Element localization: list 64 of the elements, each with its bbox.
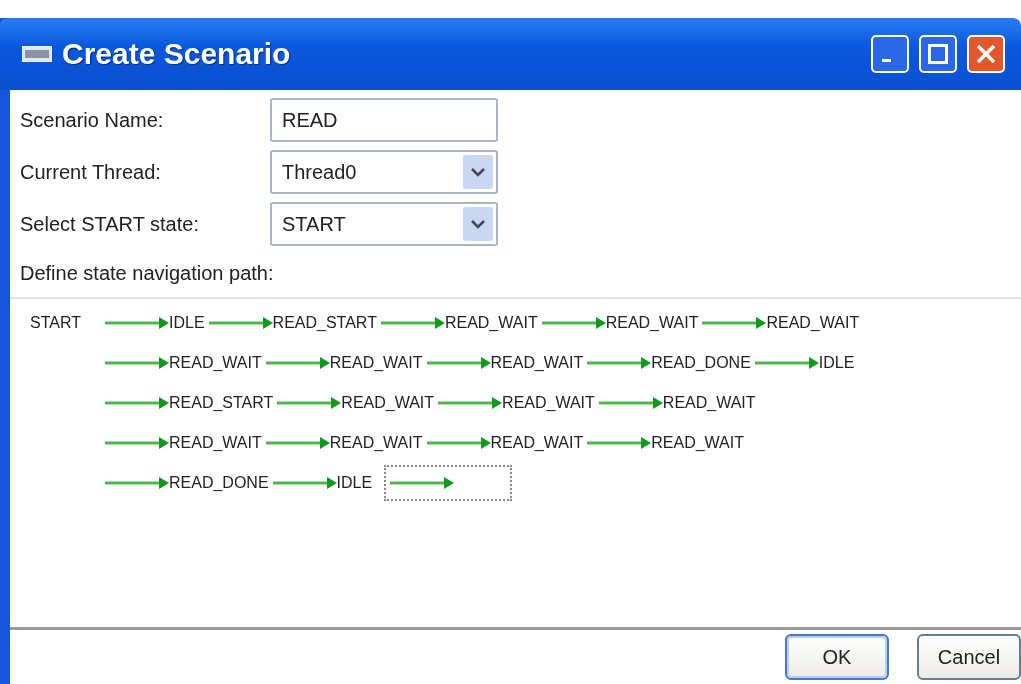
arrow-icon bbox=[105, 437, 169, 449]
ok-button[interactable]: OK bbox=[785, 634, 889, 680]
state-label: READ_DONE bbox=[169, 474, 269, 492]
state-label: READ_WAIT bbox=[766, 314, 860, 332]
arrow-icon bbox=[426, 437, 491, 449]
state-label: READ_START bbox=[272, 314, 377, 332]
arrow-icon bbox=[265, 357, 330, 369]
cancel-button[interactable]: Cancel bbox=[917, 634, 1021, 680]
field-label: Scenario Name: bbox=[20, 108, 165, 132]
arrow-icon bbox=[277, 397, 342, 409]
state-label: READ_WAIT bbox=[329, 354, 423, 372]
state-label: READ_WAIT bbox=[502, 394, 595, 412]
close-button[interactable] bbox=[967, 35, 1005, 73]
input-field[interactable]: READ bbox=[270, 98, 498, 142]
field-label: Current Thread: bbox=[20, 160, 162, 184]
state-label: READ_WAIT bbox=[329, 434, 423, 452]
arrow-icon bbox=[702, 317, 767, 329]
arrow-icon bbox=[105, 357, 169, 369]
state-label: READ_DONE bbox=[651, 354, 751, 372]
dropdown-field[interactable]: START bbox=[270, 202, 498, 246]
state-label: READ_WAIT bbox=[169, 354, 262, 372]
arrow-icon bbox=[105, 477, 169, 489]
state-label: IDLE bbox=[818, 354, 855, 372]
minimize-button[interactable] bbox=[871, 35, 909, 73]
state-label: READ_START bbox=[169, 394, 274, 412]
maximize-button[interactable] bbox=[919, 35, 957, 73]
chevron-icon bbox=[471, 219, 485, 229]
arrow-icon bbox=[754, 357, 819, 369]
state-label: IDLE bbox=[336, 474, 373, 492]
arrow-icon bbox=[598, 397, 663, 409]
arrow-icon bbox=[587, 437, 652, 449]
state-label: READ_WAIT bbox=[341, 394, 435, 412]
app-icon bbox=[22, 46, 52, 62]
arrow-icon bbox=[265, 437, 330, 449]
state-label: READ_WAIT bbox=[662, 394, 756, 412]
arrow-icon bbox=[587, 357, 652, 369]
arrow-icon bbox=[380, 317, 445, 329]
minimize-icon bbox=[881, 58, 891, 62]
arrow-icon bbox=[390, 477, 455, 489]
state-label: READ_WAIT bbox=[444, 314, 538, 332]
arrow-icon bbox=[438, 397, 503, 409]
state-label: READ_WAIT bbox=[605, 314, 699, 332]
arrow-icon bbox=[105, 317, 169, 329]
close-icon bbox=[977, 45, 995, 63]
state-label: START bbox=[30, 314, 82, 332]
section-label: Define state navigation path: bbox=[19, 261, 275, 286]
arrow-icon bbox=[541, 317, 606, 329]
window-title: Create Scenario bbox=[62, 37, 292, 71]
maximize-icon bbox=[928, 44, 948, 64]
dropdown-field[interactable]: Thread0 bbox=[270, 150, 498, 194]
state-label: READ_WAIT bbox=[490, 434, 584, 452]
state-label: READ_WAIT bbox=[169, 434, 262, 452]
field-label: Select START state: bbox=[20, 212, 200, 236]
arrow-icon bbox=[426, 357, 491, 369]
next-state-slot[interactable] bbox=[384, 465, 513, 501]
arrow-icon bbox=[105, 397, 169, 409]
chevron-icon bbox=[471, 167, 485, 177]
arrow-icon bbox=[272, 477, 337, 489]
state-label: READ_WAIT bbox=[651, 434, 744, 452]
state-label: IDLE bbox=[169, 314, 205, 332]
state-label: READ_WAIT bbox=[490, 354, 584, 372]
arrow-icon bbox=[208, 317, 273, 329]
dropdown-button[interactable] bbox=[463, 207, 493, 241]
dropdown-button[interactable] bbox=[463, 155, 493, 189]
